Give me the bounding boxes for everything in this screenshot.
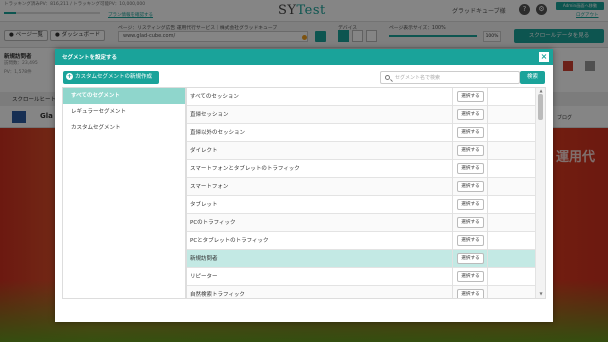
segment-row: すべてのセッション 選択する (187, 88, 545, 106)
column-divider (452, 106, 453, 124)
segment-name: 直帰セッション (190, 112, 229, 118)
search-icon (385, 75, 390, 80)
segment-row: スマートフォン 選択する (187, 178, 545, 196)
column-divider (452, 196, 453, 214)
segment-row: 新規訪問者 選択する (187, 250, 545, 268)
scroll-down-icon[interactable]: ▼ (537, 291, 545, 296)
segment-table: すべてのセッション 選択する 直帰セッション 選択する 直帰以外のセッション 選択する ダイ… (186, 87, 546, 299)
column-divider (452, 88, 453, 106)
segment-row: PCとタブレットのトラフィック 選択する (187, 232, 545, 250)
column-divider (452, 250, 453, 268)
scroll-up-icon[interactable]: ▲ (537, 88, 545, 93)
select-segment-button[interactable]: 選択する (457, 217, 484, 228)
column-divider (487, 286, 488, 298)
column-divider (487, 142, 488, 160)
select-segment-button[interactable]: 選択する (457, 181, 484, 192)
select-segment-button[interactable]: 選択する (457, 145, 484, 156)
modal-footer (55, 303, 553, 322)
create-custom-segment-button[interactable]: + カスタムセグメントの新規作成 (63, 71, 159, 84)
close-icon[interactable]: × (539, 52, 549, 62)
select-segment-button[interactable]: 選択する (457, 253, 484, 264)
column-divider (487, 196, 488, 214)
segment-rows: すべてのセッション 選択する 直帰セッション 選択する 直帰以外のセッション 選択する ダイ… (187, 88, 545, 298)
segment-search-input[interactable] (395, 73, 515, 83)
search-button[interactable]: 検索 (520, 71, 545, 84)
segment-row: ダイレクト 選択する (187, 142, 545, 160)
select-segment-button[interactable]: 選択する (457, 199, 484, 210)
column-divider (487, 268, 488, 286)
segment-row: リピーター 選択する (187, 268, 545, 286)
select-segment-button[interactable]: 選択する (457, 91, 484, 102)
segment-name: すべてのセッション (190, 94, 239, 100)
column-divider (452, 232, 453, 250)
column-divider (452, 214, 453, 232)
column-divider (487, 160, 488, 178)
segment-scrollbar[interactable]: ▲ ▼ (535, 88, 545, 298)
select-segment-button[interactable]: 選択する (457, 109, 484, 120)
column-divider (487, 88, 488, 106)
column-divider (487, 232, 488, 250)
segment-name: 自然検索トラフィック (190, 292, 245, 298)
segment-category-item[interactable]: レギュラーセグメント (63, 104, 185, 120)
segment-row: スマートフォンとタブレットのトラフィック 選択する (187, 160, 545, 178)
segment-name: タブレット (190, 202, 218, 208)
column-divider (487, 106, 488, 124)
segment-name: リピーター (190, 274, 218, 280)
column-divider (452, 178, 453, 196)
column-divider (452, 286, 453, 298)
column-divider (487, 178, 488, 196)
column-divider (452, 142, 453, 160)
segment-category-list: すべてのセグメント レギュラーセグメント カスタムセグメント (62, 87, 186, 299)
segment-name: ダイレクト (190, 148, 218, 154)
segment-name: PCとタブレットのトラフィック (190, 238, 269, 244)
column-divider (487, 124, 488, 142)
create-custom-segment-label: カスタムセグメントの新規作成 (75, 74, 153, 80)
segment-row: PCのトラフィック 選択する (187, 214, 545, 232)
column-divider (452, 124, 453, 142)
segment-category-item[interactable]: カスタムセグメント (63, 120, 185, 136)
modal-header: セグメントを設定する × (55, 49, 553, 65)
modal-title: セグメントを設定する (62, 55, 118, 61)
select-segment-button[interactable]: 選択する (457, 127, 484, 138)
segment-name: スマートフォン (190, 184, 229, 190)
segment-category-item[interactable]: すべてのセグメント (63, 88, 185, 104)
segment-name: PCのトラフィック (190, 220, 236, 226)
segment-modal: セグメントを設定する × +カスタムセグメントの新規作成 検索 すべてのセグメン… (55, 49, 553, 322)
column-divider (487, 250, 488, 268)
select-segment-button[interactable]: 選択する (457, 163, 484, 174)
segment-name: スマートフォンとタブレットのトラフィック (190, 166, 300, 172)
column-divider (452, 268, 453, 286)
select-segment-button[interactable]: 選択する (457, 271, 484, 282)
segment-row: タブレット 選択する (187, 196, 545, 214)
plus-icon: + (66, 73, 73, 80)
select-segment-button[interactable]: 選択する (457, 289, 484, 298)
segment-row: 直帰以外のセッション 選択する (187, 124, 545, 142)
select-segment-button[interactable]: 選択する (457, 235, 484, 246)
segment-search-box (380, 71, 520, 84)
scrollbar-thumb[interactable] (538, 94, 543, 120)
segment-row: 自然検索トラフィック 選択する (187, 286, 545, 298)
segment-name: 直帰以外のセッション (190, 130, 246, 136)
column-divider (487, 214, 488, 232)
column-divider (452, 160, 453, 178)
segment-row: 直帰セッション 選択する (187, 106, 545, 124)
segment-name: 新規訪問者 (190, 256, 218, 262)
